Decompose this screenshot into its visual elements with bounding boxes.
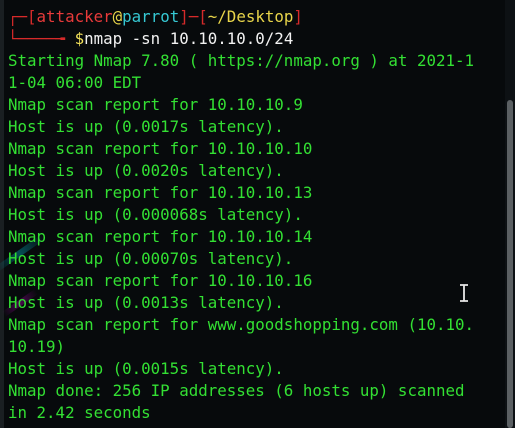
output-line: Starting Nmap 7.80 ( https://nmap.org ) … — [8, 51, 475, 70]
output-line: Host is up (0.0017s latency). — [8, 117, 284, 136]
terminal-window[interactable]: ┌─[attacker@parrot]─[~/Desktop] └────╼ $… — [0, 0, 515, 428]
terminal-output[interactable]: ┌─[attacker@parrot]─[~/Desktop] └────╼ $… — [8, 6, 507, 424]
output-line: Nmap scan report for 10.10.10.14 — [8, 227, 313, 246]
prompt-corner-top: ┌─ — [8, 7, 28, 26]
prompt-path: ~/Desktop — [207, 7, 294, 26]
output-line: Nmap scan report for 10.10.10.10 — [8, 139, 313, 158]
output-line: Host is up (0.0013s latency). — [8, 293, 284, 312]
prompt-user: attacker — [36, 7, 113, 26]
output-line: Nmap done: 256 IP addresses (6 hosts up)… — [8, 381, 465, 400]
output-line: Nmap scan report for 10.10.10.13 — [8, 183, 313, 202]
i-beam-cursor-icon — [458, 284, 470, 302]
output-line: in 2.42 seconds — [8, 403, 151, 422]
window-left-edge — [0, 0, 4, 428]
prompt-open-bracket: [ — [27, 7, 37, 26]
prompt-at: @ — [112, 7, 123, 26]
prompt-header-line: ┌─[attacker@parrot]─[~/Desktop] — [8, 6, 507, 28]
prompt-command-line: └────╼ $nmap -sn 10.10.10.0/24 — [8, 28, 507, 50]
prompt-path-close: ] — [293, 7, 303, 26]
output-line: Host is up (0.0015s latency). — [8, 359, 284, 378]
prompt-corner-bottom: └────╼ — [8, 29, 75, 48]
vertical-scrollbar[interactable] — [505, 0, 515, 428]
output-line: Host is up (0.0020s latency). — [8, 161, 284, 180]
prompt-symbol: $ — [74, 29, 85, 48]
output-line: Host is up (0.000068s latency). — [8, 205, 303, 224]
prompt-host: parrot — [122, 7, 180, 26]
prompt-path-open: [ — [198, 7, 208, 26]
output-line: 1-04 06:00 EDT — [8, 73, 142, 92]
scrollbar-thumb[interactable] — [507, 100, 513, 428]
output-line: Host is up (0.00070s latency). — [8, 249, 294, 268]
prompt-dash: ─ — [188, 7, 199, 26]
output-line: 10.19) — [8, 337, 66, 356]
output-line: Nmap scan report for 10.10.10.16 — [8, 271, 313, 290]
prompt-close-bracket: ] — [179, 7, 189, 26]
output-line: Nmap scan report for 10.10.10.9 — [8, 95, 303, 114]
output-line: Nmap scan report for www.goodshopping.co… — [8, 315, 475, 334]
command-text: nmap -sn 10.10.10.0/24 — [84, 29, 294, 48]
